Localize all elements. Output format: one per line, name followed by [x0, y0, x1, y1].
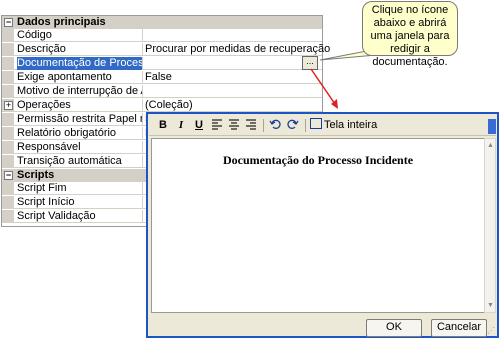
- ok-button[interactable]: OK: [366, 319, 422, 337]
- cancel-button[interactable]: Cancelar: [431, 319, 487, 337]
- document-editor-area[interactable]: Documentação do Processo Incidente: [151, 138, 485, 313]
- toolbar-separator: [263, 119, 264, 132]
- align-left-icon[interactable]: [211, 118, 223, 133]
- align-center-icon[interactable]: [228, 118, 240, 133]
- italic-icon[interactable]: I: [175, 118, 187, 133]
- bold-icon[interactable]: B: [157, 118, 169, 133]
- documentation-editor-window: B I U Tela inteira Documentação do Proce…: [146, 112, 499, 338]
- dropdown-icon[interactable]: [488, 119, 496, 134]
- editor-toolbar: B I U Tela inteira: [149, 116, 496, 136]
- fullscreen-label: Tela inteira: [324, 119, 378, 131]
- scroll-up-icon[interactable]: ▲: [486, 141, 495, 150]
- vertical-scrollbar[interactable]: ▲ ▼: [484, 138, 496, 313]
- redo-icon[interactable]: [287, 118, 299, 133]
- scroll-down-icon[interactable]: ▼: [486, 301, 495, 310]
- fullscreen-button[interactable]: Tela inteira: [310, 118, 377, 133]
- fullscreen-icon: [310, 118, 322, 129]
- toolbar-separator: [305, 119, 306, 132]
- resize-grip-icon[interactable]: ⋰: [487, 326, 497, 336]
- document-title: Documentação do Processo Incidente: [222, 153, 414, 167]
- undo-icon[interactable]: [269, 118, 281, 133]
- underline-icon[interactable]: U: [193, 118, 205, 133]
- align-right-icon[interactable]: [245, 118, 257, 133]
